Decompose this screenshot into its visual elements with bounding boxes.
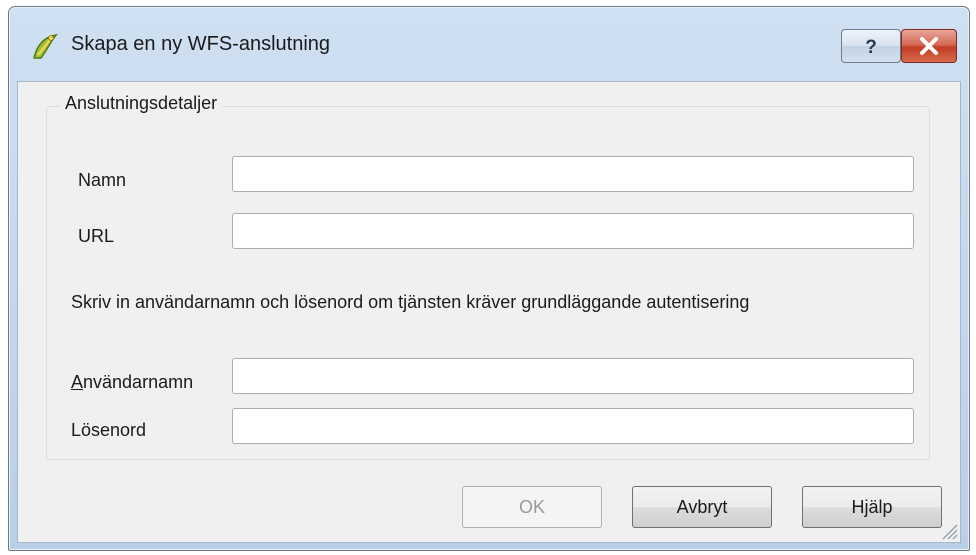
password-label: Lösenord bbox=[71, 420, 147, 440]
dialog-client-area: Anslutningsdetaljer Namn URL Skriv in an… bbox=[17, 81, 961, 543]
size-grip-icon[interactable] bbox=[938, 520, 958, 540]
username-label: Användarnamn bbox=[71, 372, 193, 393]
help-title-button[interactable]: ? bbox=[841, 29, 901, 63]
group-title: Anslutningsdetaljer bbox=[60, 93, 223, 114]
svg-text:?: ? bbox=[865, 37, 877, 58]
window-title: Skapa en ny WFS-anslutning bbox=[71, 33, 331, 55]
ok-button[interactable]: OK bbox=[462, 486, 602, 528]
dialog-window: Skapa en ny WFS-anslutning ? Anslutnings… bbox=[8, 6, 970, 551]
question-icon: ? bbox=[865, 37, 877, 58]
auth-info-text: Skriv in användarnamn och lösenord om tj… bbox=[71, 292, 750, 312]
username-label-rest: nvändarnamn bbox=[83, 372, 194, 392]
url-label: URL bbox=[78, 226, 115, 246]
close-icon bbox=[920, 37, 938, 55]
username-label-mnemonic: A bbox=[71, 372, 84, 392]
name-input[interactable] bbox=[232, 156, 914, 192]
username-input[interactable] bbox=[232, 358, 914, 394]
cancel-button[interactable]: Avbryt bbox=[632, 486, 772, 528]
url-input[interactable] bbox=[232, 213, 914, 249]
password-input[interactable] bbox=[232, 408, 914, 444]
help-button[interactable]: Hjälp bbox=[802, 486, 942, 528]
name-label: Namn bbox=[78, 170, 127, 190]
qgis-logo-icon bbox=[29, 31, 61, 63]
close-title-button[interactable] bbox=[901, 29, 957, 63]
title-bar[interactable]: Skapa en ny WFS-anslutning ? bbox=[9, 7, 969, 81]
